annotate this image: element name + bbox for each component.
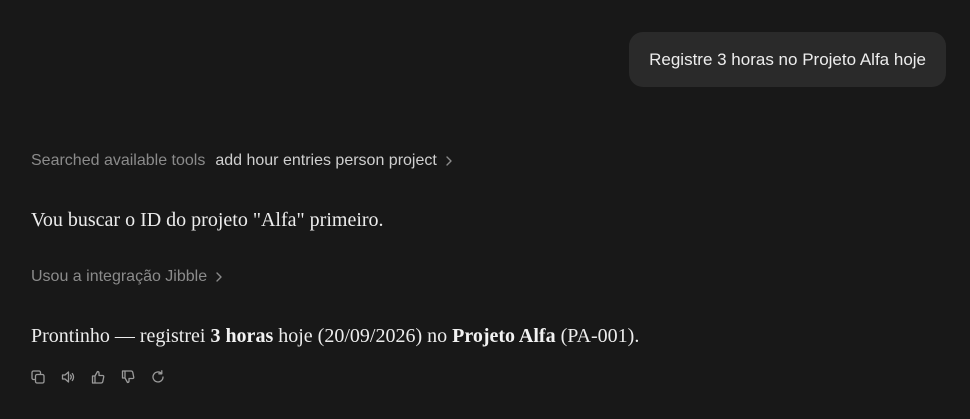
result-part-1: Prontinho — registrei: [31, 325, 211, 347]
thumbs-down-icon[interactable]: [119, 368, 137, 386]
chevron-right-icon: [215, 271, 223, 283]
result-part-3: (PA-001).: [555, 325, 640, 347]
user-message-bubble: Registre 3 horas no Projeto Alfa hoje: [629, 32, 946, 87]
thumbs-up-icon[interactable]: [89, 368, 107, 386]
tool-search-toggle[interactable]: Searched available tools add hour entrie…: [31, 152, 453, 170]
speaker-icon[interactable]: [59, 368, 77, 386]
integration-label: Usou a integração Jibble: [31, 268, 208, 285]
user-message-text: Registre 3 horas no Projeto Alfa hoje: [649, 49, 926, 69]
tool-search-query: add hour entries person project: [215, 152, 437, 169]
message-actions: [29, 368, 167, 386]
integration-toggle[interactable]: Usou a integração Jibble: [31, 268, 223, 286]
result-hours: 3 horas: [210, 325, 274, 347]
assistant-result-text: Prontinho — registrei 3 horas hoje (20/0…: [31, 325, 639, 348]
tool-search-label: Searched available tools: [31, 152, 206, 169]
chevron-right-icon: [445, 155, 453, 167]
result-part-2: hoje (20/09/2026) no: [273, 325, 453, 347]
assistant-intro-text: Vou buscar o ID do projeto "Alfa" primei…: [31, 209, 384, 231]
result-project: Projeto Alfa: [452, 325, 556, 347]
copy-icon[interactable]: [29, 368, 47, 386]
retry-icon[interactable]: [149, 368, 167, 386]
